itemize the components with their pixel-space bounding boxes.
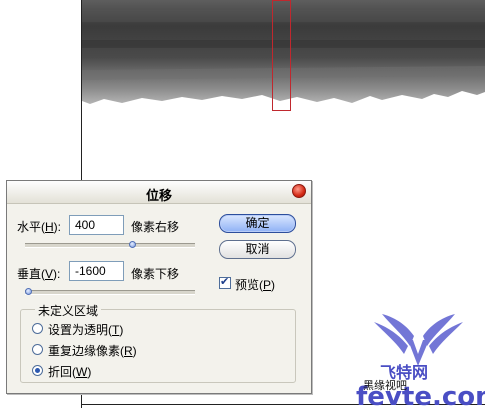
vertical-slider-thumb[interactable] [25, 288, 32, 295]
option-repeat-edge-label: 重复边缘像素(R) [48, 344, 137, 358]
dialog-title: 位移 [145, 188, 172, 203]
vertical-unit-label: 像素下移 [131, 267, 180, 281]
dialog-titlebar[interactable]: 位移 [7, 181, 311, 204]
undefined-area-title: 未定义区域 [35, 302, 102, 319]
horizontal-offset-input[interactable]: 400 [69, 215, 124, 235]
radio-selected-dot [35, 368, 40, 373]
vertical-label: 垂直(V): [17, 267, 61, 281]
horizontal-label: 水平(H): [17, 220, 62, 234]
offset-dialog: 位移 水平(H): 400 像素右移 垂直(V): -1600 像素下移 确定 … [6, 180, 312, 394]
selection-rectangle [272, 0, 291, 111]
preview-checkbox[interactable]: ✔ [219, 276, 231, 289]
option-wrap-around-label: 折回(W) [48, 365, 92, 379]
radio-repeat-edge[interactable] [32, 344, 43, 355]
check-icon: ✔ [220, 276, 230, 288]
radio-transparent[interactable] [32, 323, 43, 334]
preview-label: 预览(P) [235, 278, 276, 292]
cancel-button[interactable]: 取消 [219, 240, 296, 259]
vertical-slider-track[interactable] [25, 290, 195, 295]
close-icon[interactable] [292, 184, 306, 198]
horizontal-unit-label: 像素右移 [131, 220, 180, 234]
watermark-credit: 黑缘视吧 [363, 380, 407, 392]
ok-button[interactable]: 确定 [219, 214, 296, 233]
radio-wrap-around[interactable] [32, 365, 43, 376]
vertical-offset-input[interactable]: -1600 [69, 261, 124, 281]
horizontal-slider-track[interactable] [25, 243, 195, 248]
option-transparent-label: 设置为透明(T) [48, 323, 124, 337]
undefined-area-group: 未定义区域 设置为透明(T) 重复边缘像素(R) 折回(W) [20, 302, 296, 383]
